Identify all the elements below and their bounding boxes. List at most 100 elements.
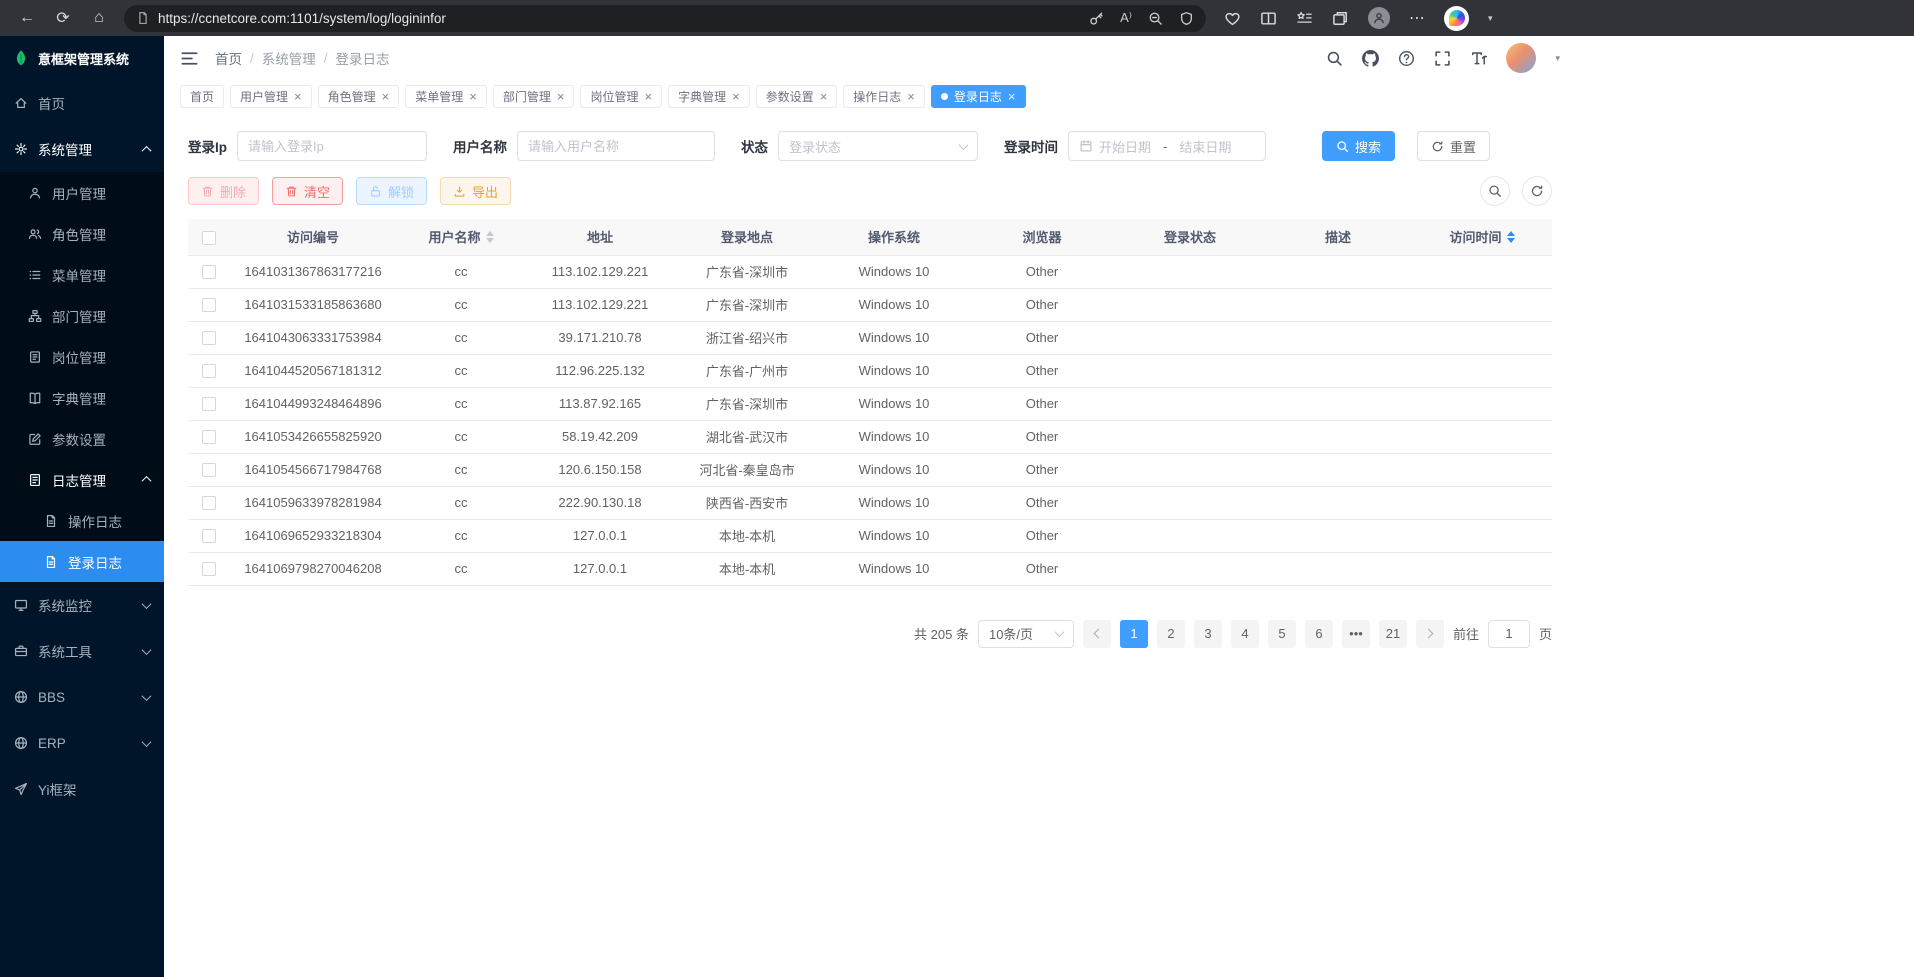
refresh-table-button[interactable] [1522,176,1552,206]
unlock-button[interactable]: 解锁 [356,177,427,205]
user-avatar[interactable] [1506,43,1536,73]
column-header[interactable]: 访问时间 [1412,219,1552,255]
browser-profile-icon[interactable] [1368,7,1390,29]
bing-caret-icon[interactable]: ▾ [1488,13,1493,24]
sidebar-item-post-management[interactable]: 岗位管理 [0,336,164,377]
browser-home-button[interactable]: ⌂ [82,4,116,32]
tab-home[interactable]: 首页 [180,85,224,108]
tab-close-icon[interactable]: × [557,90,565,103]
tab-dict-management[interactable]: 字典管理× [668,85,750,108]
tab-param-settings[interactable]: 参数设置× [756,85,838,108]
start-date-placeholder[interactable]: 开始日期 [1099,137,1151,156]
page-button-2[interactable]: 2 [1157,620,1185,648]
next-page-button[interactable] [1416,620,1444,648]
column-header[interactable]: 用户名称 [396,219,526,255]
bing-icon[interactable] [1444,6,1469,31]
sidebar-item-dict-management[interactable]: 字典管理 [0,377,164,418]
prev-page-button[interactable] [1083,620,1111,648]
tab-close-icon[interactable]: × [644,90,652,103]
tab-close-icon[interactable]: × [382,90,390,103]
site-info-icon[interactable] [136,11,150,25]
sort-carets-icon[interactable] [1507,231,1515,243]
login-ip-field[interactable] [248,139,416,154]
goto-page-input[interactable] [1488,620,1530,648]
page-ellipsis-button[interactable]: ••• [1342,620,1370,648]
tab-role-management[interactable]: 角色管理× [318,85,400,108]
sidebar-item-operation-log[interactable]: 操作日志 [0,500,164,541]
login-time-range-picker[interactable]: 开始日期 - 结束日期 [1068,131,1266,161]
github-icon[interactable] [1362,50,1379,67]
password-key-icon[interactable] [1089,11,1104,26]
export-button[interactable]: 导出 [440,177,511,205]
sidebar-item-param-settings[interactable]: 参数设置 [0,418,164,459]
browser-back-button[interactable]: ← [10,4,44,32]
help-icon[interactable] [1398,50,1415,67]
split-screen-icon[interactable] [1260,10,1277,27]
tab-close-icon[interactable]: × [294,90,302,103]
select-all-checkbox[interactable] [202,231,216,245]
read-aloud-icon[interactable]: A⁾ [1120,10,1132,26]
page-button-6[interactable]: 6 [1305,620,1333,648]
search-button[interactable]: 搜索 [1322,131,1395,161]
page-button-5[interactable]: 5 [1268,620,1296,648]
sidebar-item-role-management[interactable]: 角色管理 [0,213,164,254]
page-size-select[interactable]: 10条/页 [978,620,1074,648]
row-checkbox[interactable] [202,397,216,411]
row-checkbox[interactable] [202,331,216,345]
page-button-4[interactable]: 4 [1231,620,1259,648]
fullscreen-icon[interactable] [1434,50,1451,67]
delete-button[interactable]: 删除 [188,177,259,205]
sidebar-item-user-management[interactable]: 用户管理 [0,172,164,213]
tab-user-management[interactable]: 用户管理× [230,85,312,108]
row-checkbox[interactable] [202,265,216,279]
tab-post-management[interactable]: 岗位管理× [580,85,662,108]
row-checkbox[interactable] [202,496,216,510]
sidebar-item-system-tools[interactable]: 系统工具 [0,628,164,674]
user-name-field[interactable] [528,139,704,154]
tab-menu-management[interactable]: 菜单管理× [405,85,487,108]
sidebar-item-login-log[interactable]: 登录日志 [0,541,164,582]
sidebar-item-dept-management[interactable]: 部门管理 [0,295,164,336]
favorites-icon[interactable] [1296,10,1313,27]
browser-essentials-icon[interactable] [1224,10,1241,27]
address-bar[interactable]: https://ccnetcore.com:1101/system/log/lo… [124,5,1206,32]
sidebar-item-erp[interactable]: ERP [0,720,164,766]
browser-more-icon[interactable]: ⋯ [1409,8,1425,28]
row-checkbox[interactable] [202,298,216,312]
page-button-1[interactable]: 1 [1120,620,1148,648]
end-date-placeholder[interactable]: 结束日期 [1179,137,1231,156]
sidebar-item-yi-framework[interactable]: Yi框架 [0,766,164,812]
breadcrumb-home[interactable]: 首页 [215,48,242,68]
login-ip-input[interactable] [237,131,427,161]
toggle-search-button[interactable] [1480,176,1510,206]
clear-button[interactable]: 清空 [272,177,343,205]
sort-carets-icon[interactable] [486,231,494,243]
row-checkbox[interactable] [202,463,216,477]
search-icon[interactable] [1326,50,1343,67]
zoom-out-icon[interactable] [1148,11,1163,26]
tab-close-icon[interactable]: × [820,90,828,103]
tab-login-log[interactable]: 登录日志× [931,85,1026,108]
page-button-3[interactable]: 3 [1194,620,1222,648]
shield-icon[interactable] [1179,11,1194,26]
sidebar-item-bbs[interactable]: BBS [0,674,164,720]
breadcrumb-system[interactable]: 系统管理 [262,48,316,68]
user-name-input[interactable] [517,131,715,161]
sidebar-item-system-management[interactable]: 系统管理 [0,126,164,172]
row-checkbox[interactable] [202,364,216,378]
sidebar-item-home[interactable]: 首页 [0,80,164,126]
row-checkbox[interactable] [202,529,216,543]
tab-operation-log[interactable]: 操作日志× [843,85,925,108]
tab-close-icon[interactable]: × [732,90,740,103]
row-checkbox[interactable] [202,562,216,576]
reset-button[interactable]: 重置 [1417,131,1490,161]
font-size-icon[interactable] [1470,50,1487,67]
tab-close-icon[interactable]: × [1008,90,1016,103]
browser-refresh-button[interactable]: ⟳ [46,4,80,32]
sidebar-item-system-monitor[interactable]: 系统监控 [0,582,164,628]
sidebar-item-log-management[interactable]: 日志管理 [0,459,164,500]
tab-close-icon[interactable]: × [469,90,477,103]
row-checkbox[interactable] [202,430,216,444]
tab-dept-management[interactable]: 部门管理× [493,85,575,108]
page-button-21[interactable]: 21 [1379,620,1407,648]
